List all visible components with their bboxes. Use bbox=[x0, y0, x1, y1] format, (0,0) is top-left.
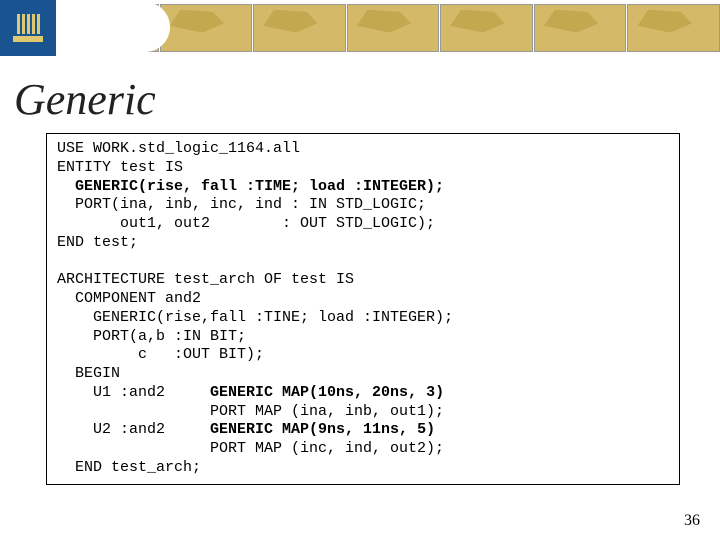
code-line: GENERIC(rise,fall :TINE; load :INTEGER); bbox=[57, 309, 453, 326]
code-line: PORT MAP (ina, inb, out1); bbox=[57, 403, 444, 420]
code-line: PORT(a,b :IN BIT; bbox=[57, 328, 246, 345]
header-band bbox=[0, 0, 720, 56]
code-line: END test_arch; bbox=[57, 459, 201, 476]
code-line: PORT(ina, inb, inc, ind : IN STD_LOGIC; bbox=[57, 196, 426, 213]
code-line: BEGIN bbox=[57, 365, 120, 382]
code-line: U2 :and2 bbox=[57, 421, 210, 438]
logo bbox=[0, 0, 56, 56]
map-overlay bbox=[60, 2, 170, 52]
slide-title: Generic bbox=[14, 74, 720, 125]
code-line: out1, out2 : OUT STD_LOGIC); bbox=[57, 215, 435, 232]
code-line: GENERIC(rise, fall :TIME; load :INTEGER)… bbox=[57, 178, 444, 195]
code-block: USE WORK.std_logic_1164.all ENTITY test … bbox=[46, 133, 680, 485]
code-line: ENTITY test IS bbox=[57, 159, 183, 176]
page-number: 36 bbox=[684, 512, 700, 530]
code-line: END test; bbox=[57, 234, 138, 251]
code-line: ARCHITECTURE test_arch OF test IS bbox=[57, 271, 354, 288]
code-line: U1 :and2 bbox=[57, 384, 210, 401]
code-line: c :OUT BIT); bbox=[57, 346, 264, 363]
code-line: USE WORK.std_logic_1164.all bbox=[57, 140, 300, 157]
code-line: PORT MAP (inc, ind, out2); bbox=[57, 440, 444, 457]
code-line-bold: GENERIC MAP(10ns, 20ns, 3) bbox=[210, 384, 444, 401]
code-line-bold: GENERIC MAP(9ns, 11ns, 5) bbox=[210, 421, 435, 438]
code-line: COMPONENT and2 bbox=[57, 290, 201, 307]
